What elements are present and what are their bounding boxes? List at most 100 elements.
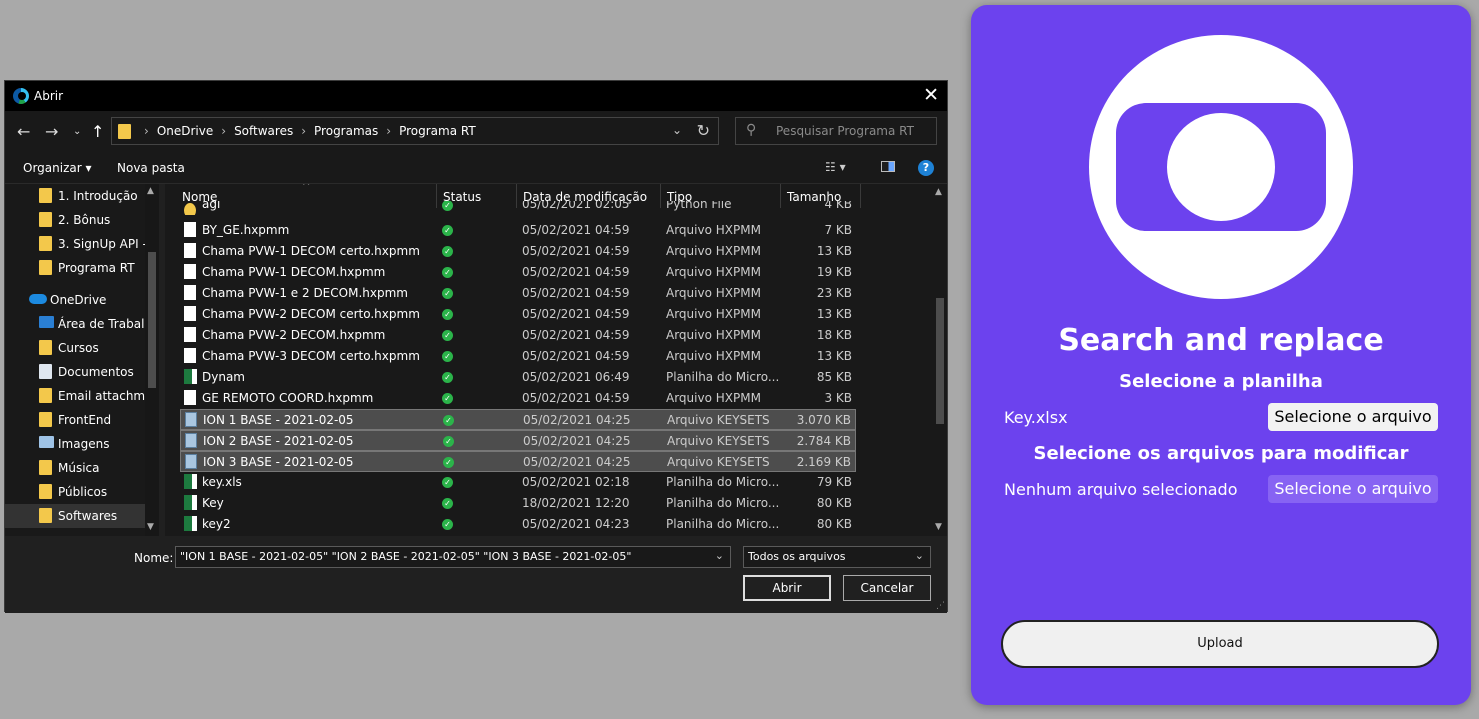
sidebar-item-label: Música xyxy=(58,461,100,475)
file-type: Planilha do Micro... xyxy=(666,475,780,489)
file-list-scrollbar-thumb[interactable] xyxy=(936,298,944,424)
organize-button[interactable]: Organizar ▾ xyxy=(23,161,92,175)
file-row[interactable]: BY_GE.hxpmm ✓ 05/02/2021 04:59 Arquivo HXPM… xyxy=(180,220,856,241)
sidebar-item-label: Públicos xyxy=(58,485,108,499)
sync-status-icon: ✓ xyxy=(442,246,453,257)
cancel-button[interactable]: Cancelar xyxy=(843,575,931,601)
file-row-selected[interactable]: ION 2 BASE - 2021-02-05 ✓ 05/02/2021 04:25… xyxy=(180,430,856,451)
sidebar-item-musica[interactable]: Música xyxy=(5,456,145,480)
edge-browser-icon xyxy=(13,88,29,104)
select-spreadsheet-button[interactable]: Selecione o arquivo xyxy=(1268,403,1438,431)
sidebar-item-cursos[interactable]: Cursos xyxy=(5,336,145,360)
file-name: Chama PVW-1 DECOM certo.hxpmm xyxy=(202,244,420,258)
refresh-icon[interactable]: ↻ xyxy=(697,121,710,140)
file-name: ION 3 BASE - 2021-02-05 xyxy=(203,455,354,469)
breadcrumb-item[interactable]: Programa RT xyxy=(399,124,476,138)
file-type: Arquivo HXPMM xyxy=(666,307,761,321)
address-bar[interactable]: › OneDrive › Softwares › Programas › Programa R… xyxy=(111,117,719,145)
file-row[interactable]: key2 ✓ 05/02/2021 04:23 Planilha do Micro..… xyxy=(180,514,856,535)
file-type: Arquivo HXPMM xyxy=(666,244,761,258)
upload-button[interactable]: Upload xyxy=(1001,620,1439,668)
sidebar-item-label: 1. Introdução xyxy=(58,189,138,203)
file-row[interactable]: agi ✓ 05/02/2021 02:05 Python File 4 KB xyxy=(180,201,856,215)
file-icon xyxy=(184,264,196,279)
up-arrow-icon[interactable]: ↑ xyxy=(91,122,104,141)
recent-locations-chevron-icon[interactable]: ⌄ xyxy=(73,126,81,137)
preview-pane-icon[interactable] xyxy=(881,161,895,172)
file-size: 23 KB xyxy=(816,286,852,300)
file-icon xyxy=(184,390,196,405)
sidebar-item-softwares[interactable]: Softwares xyxy=(5,504,145,528)
file-type: Arquivo HXPMM xyxy=(666,328,761,342)
file-name-input[interactable]: "ION 1 BASE - 2021-02-05" "ION 2 BASE - … xyxy=(175,546,731,568)
file-row[interactable]: key.xls ✓ 05/02/2021 02:18 Planilha do Micr… xyxy=(180,472,856,493)
file-row[interactable]: Chama PVW-2 DECOM certo.hxpmm ✓ 05/02/2021… xyxy=(180,304,856,325)
scroll-down-icon[interactable]: ▼ xyxy=(935,522,942,532)
breadcrumb-item[interactable]: Softwares xyxy=(234,124,293,138)
file-row[interactable]: Dynam ✓ 05/02/2021 06:49 Planilha do Micro.… xyxy=(180,367,856,388)
file-size: 18 KB xyxy=(816,328,852,342)
file-date: 05/02/2021 04:59 xyxy=(522,244,630,258)
sync-status-icon: ✓ xyxy=(442,288,453,299)
file-row[interactable]: Chama PVW-2 DECOM.hxpmm ✓ 05/02/2021 04:59… xyxy=(180,325,856,346)
file-size: 85 KB xyxy=(816,370,852,384)
file-type-select[interactable]: Todos os arquivos ⌄ xyxy=(743,546,931,568)
select-files-button[interactable]: Selecione o arquivo xyxy=(1268,475,1438,503)
file-name: key2 xyxy=(202,517,231,531)
navigation-pane: 1. Introdução 2. Bônus 3. SignUp API - F… xyxy=(5,184,159,536)
sidebar-item-area-de-trabalho[interactable]: Área de Trabalho xyxy=(5,312,145,336)
dialog-titlebar: Abrir ✕ xyxy=(5,81,947,111)
breadcrumb-item[interactable]: OneDrive xyxy=(157,124,213,138)
file-type: Arquivo HXPMM xyxy=(666,223,761,237)
forward-arrow-icon[interactable]: → xyxy=(45,122,58,141)
sidebar-item-documentos[interactable]: Documentos xyxy=(5,360,145,384)
chevron-down-icon[interactable]: ⌄ xyxy=(915,549,924,562)
file-type: Arquivo HXPMM xyxy=(666,286,761,300)
search-box[interactable]: ⚲ Pesquisar Programa RT xyxy=(735,117,937,145)
sidebar-item-frontend[interactable]: FrontEnd xyxy=(5,408,145,432)
sidebar-item-email-attachments[interactable]: Email attachmen xyxy=(5,384,145,408)
open-button[interactable]: Abrir xyxy=(743,575,831,601)
file-name: Chama PVW-2 DECOM.hxpmm xyxy=(202,328,386,342)
sidebar-item-label: OneDrive xyxy=(50,293,107,307)
sync-status-icon: ✓ xyxy=(442,498,453,509)
file-row[interactable]: Key ✓ 18/02/2021 12:20 Planilha do Micro...… xyxy=(180,493,856,514)
sidebar-item-signup-api[interactable]: 3. SignUp API - F xyxy=(5,232,145,256)
file-date: 05/02/2021 02:18 xyxy=(522,475,630,489)
column-divider[interactable] xyxy=(860,184,861,208)
file-row[interactable]: GE REMOTO COORD.hxpmm ✓ 05/02/2021 04:59 Ar… xyxy=(180,388,856,409)
file-row[interactable]: Chama PVW-1 e 2 DECOM.hxpmm ✓ 05/02/2021 0… xyxy=(180,283,856,304)
sidebar-item-introducao[interactable]: 1. Introdução xyxy=(5,184,145,208)
sidebar-scrollbar-thumb[interactable] xyxy=(148,252,156,388)
folder-icon xyxy=(39,340,52,355)
close-icon[interactable]: ✕ xyxy=(923,84,939,106)
help-icon[interactable]: ? xyxy=(918,160,934,176)
resize-grip-icon[interactable]: ⋰ xyxy=(936,601,945,611)
scroll-down-icon[interactable]: ▼ xyxy=(147,522,154,532)
sidebar-item-programa-rt[interactable]: Programa RT xyxy=(5,256,145,280)
sidebar-item-publicos[interactable]: Públicos xyxy=(5,480,145,504)
back-arrow-icon[interactable]: ← xyxy=(17,122,30,141)
chevron-down-icon[interactable]: ⌄ xyxy=(715,549,724,562)
file-row[interactable]: Chama PVW-3 DECOM certo.hxpmm ✓ 05/02/2021… xyxy=(180,346,856,367)
sidebar-item-label: Área de Trabalho xyxy=(58,317,145,331)
file-date: 05/02/2021 04:59 xyxy=(522,265,630,279)
change-view-icon[interactable]: ☷ ▾ xyxy=(825,160,846,174)
sidebar-item-onedrive[interactable]: OneDrive xyxy=(5,288,145,312)
chevron-down-icon[interactable]: ⌄ xyxy=(672,123,682,137)
scroll-up-icon[interactable]: ▲ xyxy=(935,187,942,197)
sync-status-icon: ✓ xyxy=(442,519,453,530)
breadcrumb-item[interactable]: Programas xyxy=(314,124,378,138)
sync-status-icon: ✓ xyxy=(442,267,453,278)
new-folder-button[interactable]: Nova pasta xyxy=(117,161,185,175)
sidebar-item-label: 3. SignUp API - F xyxy=(58,237,145,251)
file-row[interactable]: Chama PVW-1 DECOM certo.hxpmm ✓ 05/02/2021… xyxy=(180,241,856,262)
scroll-up-icon[interactable]: ▲ xyxy=(147,186,154,196)
sidebar-item-bonus[interactable]: 2. Bônus xyxy=(5,208,145,232)
sidebar-item-imagens[interactable]: Imagens xyxy=(5,432,145,456)
file-size: 2.169 KB xyxy=(796,455,851,469)
file-row-selected[interactable]: ION 1 BASE - 2021-02-05 ✓ 05/02/2021 04:25… xyxy=(180,409,856,430)
file-size: 80 KB xyxy=(816,496,852,510)
file-row[interactable]: Chama PVW-1 DECOM.hxpmm ✓ 05/02/2021 04:59… xyxy=(180,262,856,283)
file-row-selected[interactable]: ION 3 BASE - 2021-02-05 ✓ 05/02/2021 04:25… xyxy=(180,451,856,472)
